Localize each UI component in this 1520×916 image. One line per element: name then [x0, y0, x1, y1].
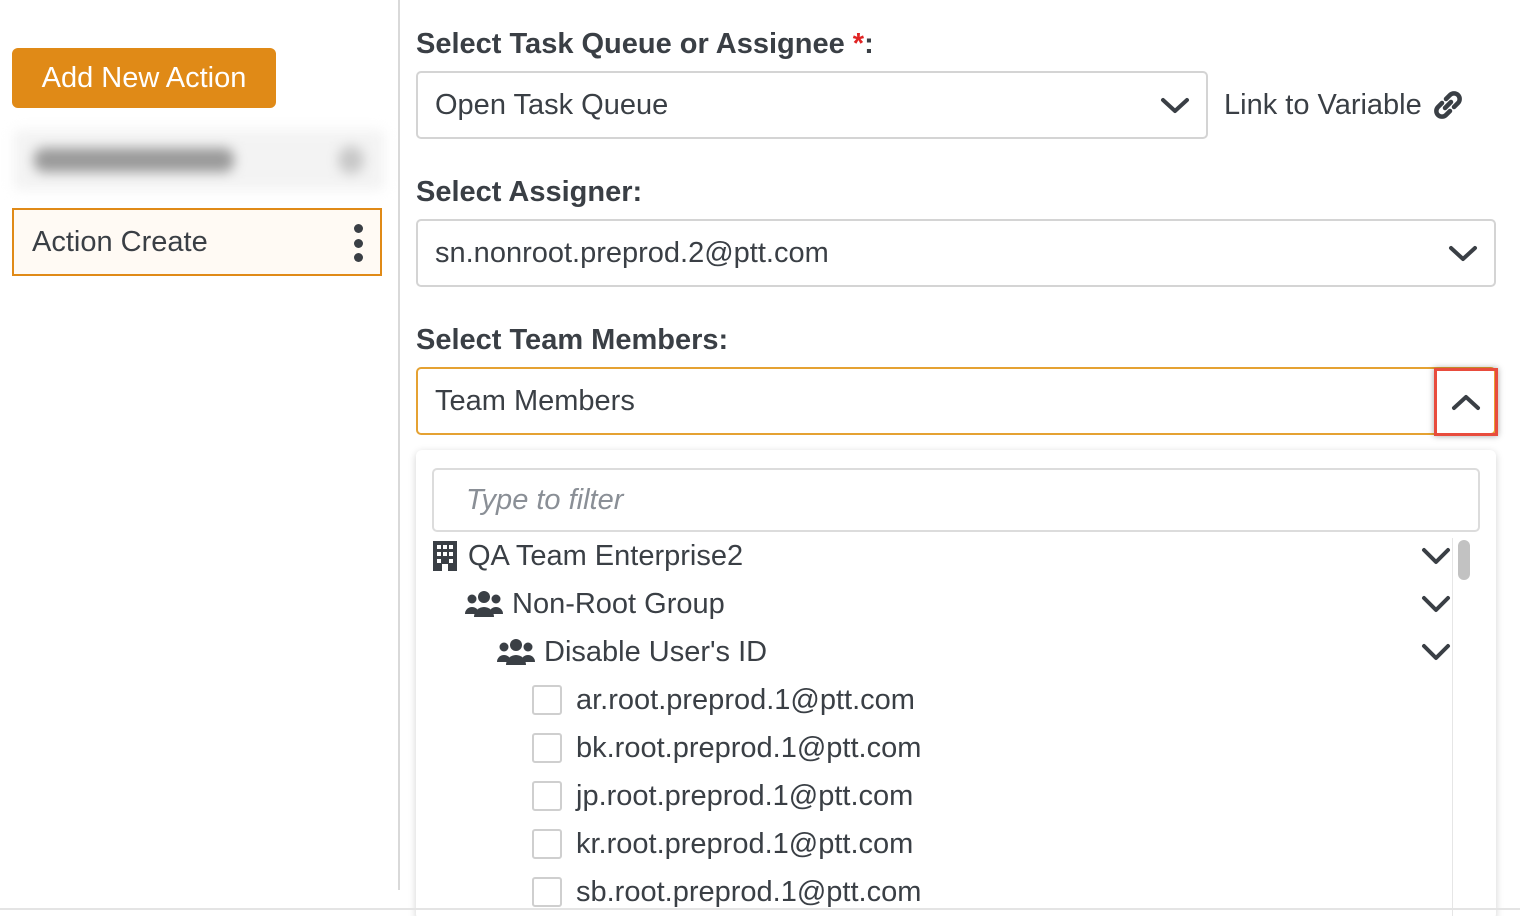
member-email: jp.root.preprod.1@ptt.com [576, 779, 914, 812]
assigner-label: Select Assigner: [416, 176, 643, 208]
users-icon [497, 639, 535, 665]
chevron-down-icon [1449, 246, 1477, 261]
action-item-label: Action Create [32, 225, 208, 258]
tree-node-label: Non-Root Group [512, 587, 725, 620]
users-icon [465, 591, 503, 617]
blurred-action-item[interactable] [14, 130, 384, 190]
chevron-down-icon[interactable] [1420, 641, 1452, 663]
scrollbar-thumb[interactable] [1458, 540, 1470, 580]
list-item: ar.root.preprod.1@ptt.com [532, 678, 915, 722]
tree-node-enterprise[interactable]: QA Team Enterprise2 [432, 534, 743, 578]
member-email: ar.root.preprod.1@ptt.com [576, 683, 915, 716]
bottom-divider [0, 908, 1520, 910]
required-mark: * [852, 28, 865, 60]
member-checkbox[interactable] [532, 829, 562, 859]
tree-node-non-root-group[interactable]: Non-Root Group [464, 582, 725, 626]
team-members-value: Team Members [435, 384, 635, 417]
collapse-team-members-button[interactable] [1434, 368, 1498, 436]
link-icon [1433, 91, 1462, 119]
tree-node-disable-users-id[interactable]: Disable User's ID [496, 630, 767, 674]
member-email: sb.root.preprod.1@ptt.com [576, 875, 922, 908]
list-item: bk.root.preprod.1@ptt.com [532, 726, 921, 770]
tree-node-label: QA Team Enterprise2 [468, 539, 744, 572]
chevron-down-icon[interactable] [1420, 545, 1452, 567]
filter-input[interactable] [432, 468, 1480, 532]
chevron-down-icon[interactable] [1420, 593, 1452, 615]
column-divider [398, 0, 400, 890]
task-queue-select[interactable]: Open Task Queue [416, 71, 1208, 139]
link-to-variable-button[interactable]: Link to Variable [1224, 84, 1464, 126]
building-icon [433, 541, 457, 571]
task-queue-value: Open Task Queue [435, 88, 669, 121]
task-queue-label: Select Task Queue or Assignee *: [416, 28, 874, 60]
chevron-up-icon [1452, 395, 1480, 410]
kebab-menu-icon[interactable] [350, 224, 366, 262]
add-new-action-button[interactable]: Add New Action [12, 48, 276, 108]
member-email: bk.root.preprod.1@ptt.com [576, 731, 922, 764]
sidebar-item-action-create[interactable]: Action Create [12, 208, 382, 276]
list-item: jp.root.preprod.1@ptt.com [532, 774, 913, 818]
member-checkbox[interactable] [532, 877, 562, 907]
team-members-label: Select Team Members: [416, 324, 729, 356]
assigner-select[interactable]: sn.nonroot.preprod.2@ptt.com [416, 219, 1496, 287]
member-email: kr.root.preprod.1@ptt.com [576, 827, 914, 860]
member-checkbox[interactable] [532, 781, 562, 811]
chevron-down-icon [1161, 98, 1189, 113]
tree-node-label: Disable User's ID [544, 635, 768, 668]
link-to-variable-label: Link to Variable [1224, 88, 1422, 121]
team-members-select[interactable]: Team Members [416, 367, 1496, 435]
team-members-dropdown: QA Team Enterprise2 Non-Root Group Disab… [416, 450, 1496, 916]
assigner-value: sn.nonroot.preprod.2@ptt.com [435, 236, 829, 269]
dropdown-scrollbar[interactable] [1452, 538, 1474, 916]
member-checkbox[interactable] [532, 733, 562, 763]
member-checkbox[interactable] [532, 685, 562, 715]
list-item: kr.root.preprod.1@ptt.com [532, 822, 913, 866]
actions-sidebar: Add New Action Action Create [0, 0, 398, 916]
